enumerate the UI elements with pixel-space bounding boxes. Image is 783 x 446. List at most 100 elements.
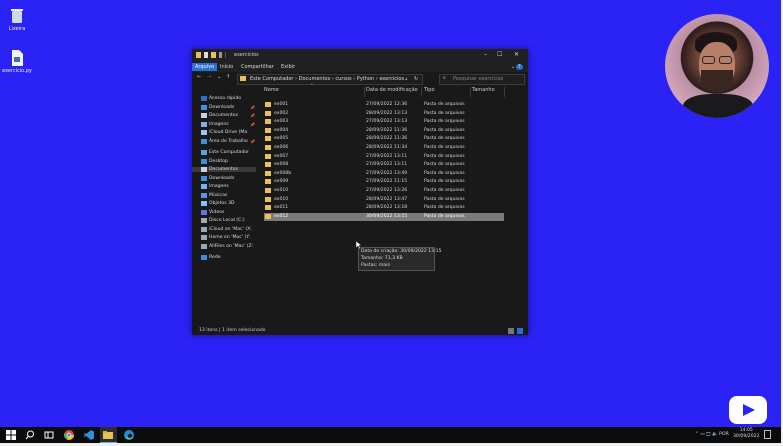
forward-button[interactable]: → [207,74,211,80]
column-divider[interactable] [421,87,422,97]
pin-icon: 📌 [250,104,255,110]
sidebar-item[interactable]: Downloads [201,175,234,181]
desktop-icon [201,158,207,164]
file-row[interactable]: ex006 28/09/2022 11:34 Pasta de arquivos [264,144,504,152]
sidebar-item[interactable]: Imagens [201,121,229,127]
notifications-icon[interactable] [764,430,771,439]
column-header-type[interactable]: Tipo [424,87,435,93]
address-dropdown-button[interactable]: ⌄ [404,76,408,82]
address-bar[interactable]: Este Computador › Documentos › cursos › … [237,74,423,85]
sidebar-item[interactable]: Documentos [201,113,238,118]
vscode-icon[interactable] [84,430,94,440]
edge-icon[interactable] [124,430,134,440]
file-date: 27/09/2022 12:36 [366,102,408,107]
desktop-icon-recycle-bin[interactable]: Lixeira [0,8,34,32]
folder-icon [240,76,246,81]
new-folder-icon[interactable] [211,52,216,58]
sidebar-item[interactable]: Objetos 3D [201,201,235,206]
file-row[interactable]: ex009 27/09/2022 11:15 Pasta de arquivos [264,178,504,186]
file-explorer-window[interactable]: exercicios – ☐ ✕ Arquivo Início Comparti… [192,49,528,335]
file-row[interactable]: ex010 28/09/2022 13:47 Pasta de arquivos [264,196,504,204]
task-view-icon[interactable] [44,430,54,440]
file-row[interactable]: ex008 27/09/2022 13:11 Pasta de arquivos [264,161,504,169]
file-list[interactable]: Nome Data de modificação Tipo Tamanho ^ … [260,83,528,327]
file-date: 28/09/2022 13:18 [366,205,408,211]
column-header-name[interactable]: Nome [264,87,279,93]
sidebar-item-label: Disco Local (C:) [209,218,245,223]
sidebar-item[interactable]: Acesso rápido [201,96,241,101]
sidebar-item-label: iCloud Drive (Ma [209,130,248,135]
sidebar-item[interactable]: Músicas [201,192,227,198]
file-date: 28/09/2022 13:13 [366,110,408,116]
sidebar-item-label: Downloads [209,104,235,110]
file-row[interactable]: ex005 28/09/2022 11:36 Pasta de arquivos [264,135,504,143]
search-input[interactable]: ⌕ Pesquisar exercícios [439,74,525,85]
column-header-size[interactable]: Tamanho [472,87,495,93]
windows-start-icon[interactable] [6,430,16,440]
sidebar-item-label: Vídeos [209,209,225,215]
close-button[interactable]: ✕ [514,51,519,58]
tab-inicio[interactable]: Início [217,63,236,71]
column-divider[interactable] [470,87,471,97]
sidebar-item[interactable]: iCloud Drive (Ma [201,130,247,135]
maximize-button[interactable]: ☐ [497,51,502,58]
folder-icon [265,205,271,211]
music-icon [201,192,207,198]
taskbar: ⌃ ▭ 🖵 🔈 POR 14:05 30/09/2022 [0,427,781,443]
title-bar[interactable]: exercicios – ☐ ✕ [192,49,528,62]
sidebar-item-label: AllFiles on 'Mac' (Z: [209,243,254,249]
minimize-button[interactable]: – [484,51,487,58]
sidebar-item[interactable]: Área de Trabalho [201,138,248,144]
file-row[interactable]: ex003 27/09/2022 13:13 Pasta de arquivos [264,118,504,126]
help-button[interactable]: ? [516,64,523,70]
file-row[interactable]: ex001 27/09/2022 12:36 Pasta de arquivos [264,101,504,109]
file-row[interactable]: ex008b 27/09/2022 13:49 Pasta de arquivos [264,170,504,178]
file-row[interactable]: ex002 28/09/2022 13:13 Pasta de arquivos [264,110,504,118]
file-type: Pasta de arquivos [424,170,465,176]
file-name: ex003 [274,119,289,125]
refresh-button[interactable]: ↻ [414,76,418,82]
sidebar-item[interactable]: Desktop [201,158,228,164]
file-row[interactable]: ex004 28/09/2022 11:36 Pasta de arquivos [264,127,504,135]
clock[interactable]: 14:05 30/09/2022 [733,428,759,440]
system-tray[interactable]: ⌃ ▭ 🖵 🔈 POR [695,431,729,437]
sidebar-item[interactable]: Vídeos [201,209,225,215]
sidebar-item[interactable]: Downloads [201,104,235,110]
chevron-down-icon[interactable] [219,52,222,58]
sidebar-item[interactable]: Documentos [192,167,256,172]
sidebar-item[interactable]: Rede [201,255,221,260]
mouse-cursor-icon [356,241,362,249]
file-name: ex010 [274,196,289,202]
properties-icon[interactable] [204,52,208,58]
sidebar-item[interactable]: Disco Local (C:) [201,218,245,223]
recent-locations-button[interactable]: ⌄ [217,74,221,80]
search-icon[interactable] [25,430,35,440]
tab-arquivo[interactable]: Arquivo [192,63,218,71]
large-icons-view-button[interactable] [517,328,523,334]
sidebar-item[interactable]: iCloud on 'Mac' (X: [201,226,252,232]
tooltip-created: Data de criação: 30/09/2022 13:15 [361,249,442,254]
sidebar-item[interactable]: Home on 'Mac' (Y: [201,235,250,240]
sidebar-item[interactable]: Este Computador [201,150,249,155]
taskbar-file-explorer-active[interactable] [100,427,117,443]
up-button[interactable]: ↑ [226,74,230,80]
desktop-icon-python-file[interactable]: exercicio.py [0,50,34,74]
column-header-date[interactable]: Data de modificação [366,87,418,93]
file-row[interactable]: ex011 28/09/2022 13:18 Pasta de arquivos [264,204,504,212]
file-row[interactable]: ex010 27/09/2022 13:26 Pasta de arquivos [264,187,504,195]
file-type: Pasta de arquivos [424,205,465,211]
sidebar-item[interactable]: Imagens [201,184,229,189]
column-divider[interactable] [504,87,505,97]
chrome-icon[interactable] [64,430,74,440]
column-divider[interactable] [364,87,365,97]
folder-icon [265,136,271,142]
file-row[interactable]: ex007 27/09/2022 13:11 Pasta de arquivos [264,153,504,161]
sidebar-item[interactable]: AllFiles on 'Mac' (Z: [201,243,254,249]
tab-exibir[interactable]: Exibir [278,63,298,71]
navigation-pane[interactable]: Acesso rápido Downloads 📌 Documentos 📌 Imagen… [192,85,256,327]
tab-compartilhar[interactable]: Compartilhar [238,63,277,71]
file-row[interactable]: ex012 30/09/2022 13:15 Pasta de arquivos [264,212,504,221]
details-view-button[interactable] [508,328,514,334]
back-button[interactable]: ← [197,74,201,80]
desktop[interactable]: Lixeira exercicio.py exercicios – ☐ ✕ Ar… [0,0,781,427]
